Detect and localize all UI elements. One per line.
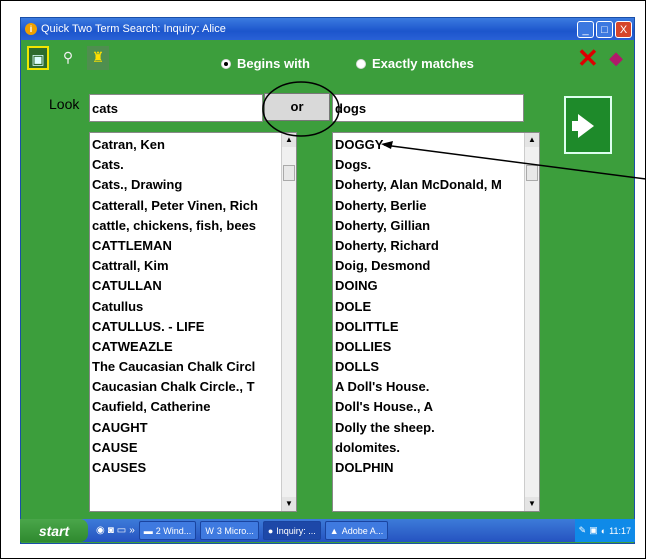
tray-icon[interactable]: ◐ bbox=[601, 526, 606, 536]
start-button[interactable]: start bbox=[20, 519, 88, 542]
tray-icon[interactable]: ▣ bbox=[589, 525, 598, 536]
task-item[interactable]: ▲ Adobe A... bbox=[324, 521, 389, 540]
word-icon: W bbox=[205, 525, 214, 536]
task-label: 2 Wind... bbox=[155, 525, 192, 536]
task-label: Inquiry: ... bbox=[276, 525, 316, 536]
task-item-active[interactable]: ● Inquiry: ... bbox=[262, 521, 321, 540]
annotation-overlay bbox=[262, 81, 646, 180]
windows-taskbar: start ◉ ◙ ▭ » ▬ 2 Wind... W 3 Micro... ●… bbox=[20, 519, 635, 542]
adobe-icon: ▲ bbox=[329, 525, 339, 536]
tray-icon[interactable]: ✎ bbox=[579, 525, 587, 536]
clock: 11:17 bbox=[609, 525, 631, 536]
more-chevron-icon[interactable]: » bbox=[129, 525, 135, 536]
start-label: start bbox=[38, 522, 70, 539]
desktop-icon[interactable]: ▭ bbox=[117, 525, 126, 536]
task-item[interactable]: W 3 Micro... bbox=[200, 521, 259, 540]
outlook-icon[interactable]: ◙ bbox=[108, 525, 114, 536]
annotation-arrow-line bbox=[383, 144, 646, 180]
annotation-ellipse bbox=[262, 81, 340, 137]
task-label: Adobe A... bbox=[341, 525, 384, 536]
folder-icon: ▬ bbox=[143, 525, 153, 536]
task-label: 3 Micro... bbox=[216, 525, 254, 536]
annotation-arrow-head bbox=[381, 141, 393, 149]
system-tray: ✎ ▣ ◐ 11:17 bbox=[574, 519, 635, 542]
quick-launch: ◉ ◙ ▭ » bbox=[96, 525, 135, 536]
inquiry-icon: ● bbox=[267, 525, 274, 536]
ie-icon[interactable]: ◉ bbox=[96, 525, 105, 536]
task-item[interactable]: ▬ 2 Wind... bbox=[138, 521, 197, 540]
